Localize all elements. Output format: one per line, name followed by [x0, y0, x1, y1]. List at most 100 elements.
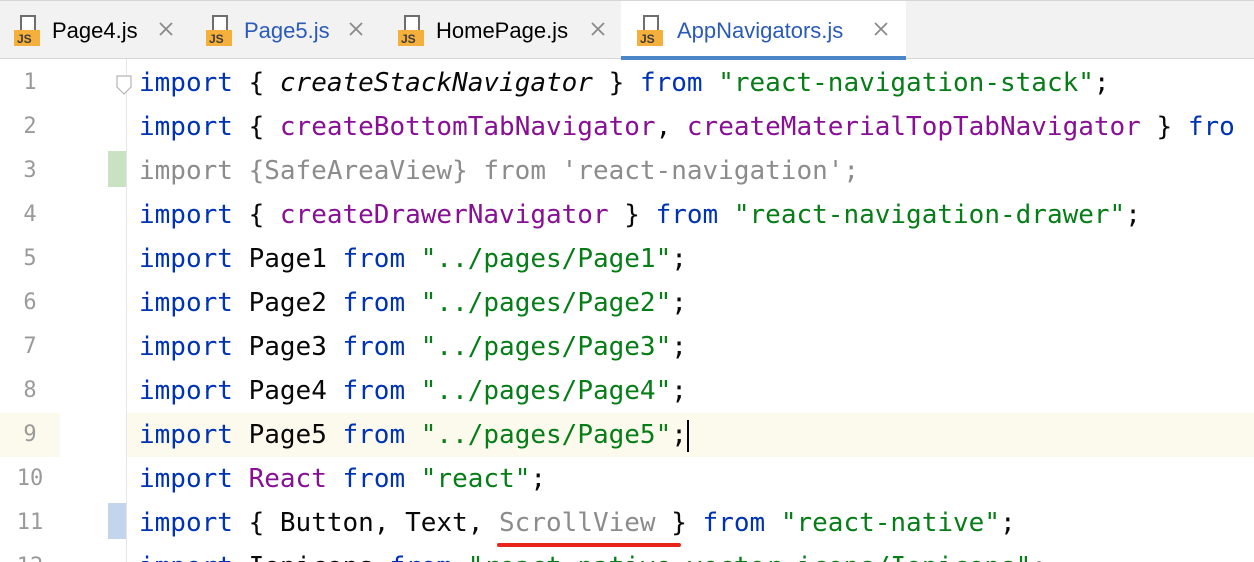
- tab-page5[interactable]: JS Page5.js: [192, 1, 384, 59]
- keyword: from: [342, 244, 406, 274]
- fold-icon[interactable]: [116, 75, 132, 95]
- identifier: Page3: [232, 332, 343, 362]
- js-file-icon: JS: [398, 15, 424, 46]
- svg-text:JS: JS: [17, 32, 32, 46]
- string-literal: "react": [420, 464, 531, 494]
- close-icon[interactable]: [156, 19, 176, 39]
- code-token: ;: [530, 464, 547, 494]
- keyword: import: [139, 420, 233, 450]
- string-literal: "react-native-vector-icons/Ionicons": [468, 552, 1032, 562]
- line-number: 10: [16, 466, 44, 491]
- line-number: 4: [23, 202, 37, 227]
- string-literal: "../pages/Page3": [420, 332, 672, 362]
- keyword: from: [342, 376, 406, 406]
- code-editor[interactable]: 1 2 3 4 5 6 7 8 9 10 11 12 import { crea…: [0, 59, 1254, 562]
- added-line-marker[interactable]: [108, 151, 126, 187]
- identifier: createMaterialTopTabNavigator: [686, 112, 1141, 142]
- code-line-current: import Page5 from "../pages/Page5";: [139, 413, 689, 457]
- code-token: }: [655, 508, 703, 538]
- line-number-gutter: 1 2 3 4 5 6 7 8 9 10 11 12: [0, 59, 132, 562]
- keyword: from: [639, 68, 703, 98]
- tab-appnavigators[interactable]: JS AppNavigators.js: [621, 1, 906, 60]
- code-line: import Page2 from "../pages/Page2";: [139, 281, 687, 325]
- line-number: 12: [0, 545, 60, 562]
- tab-homepage[interactable]: JS HomePage.js: [384, 1, 620, 59]
- keyword: from: [342, 464, 406, 494]
- line-number: 11: [16, 510, 44, 535]
- keyword: import: [139, 68, 233, 98]
- keyword: from: [702, 508, 766, 538]
- keyword: import: [139, 200, 233, 230]
- identifier: createDrawerNavigator: [279, 200, 609, 230]
- tab-label: Page4.js: [52, 18, 138, 43]
- modified-line-marker[interactable]: [108, 503, 126, 539]
- line-number: 8: [23, 378, 37, 403]
- keyword: from: [342, 288, 406, 318]
- svg-text:JS: JS: [640, 32, 655, 46]
- keyword: import: [139, 112, 233, 142]
- keyword: from: [342, 420, 406, 450]
- line-number: 6: [23, 290, 37, 315]
- code-token: ;: [1093, 68, 1110, 98]
- tab-label: Page5.js: [244, 18, 330, 43]
- identifier: createStackNavigator: [279, 68, 593, 98]
- code-line: import Page1 from "../pages/Page1";: [139, 237, 687, 281]
- code-token: { Button, Text,: [232, 508, 500, 538]
- code-token: {: [232, 68, 280, 98]
- line-number: 1: [23, 70, 37, 95]
- keyword: from: [655, 200, 719, 230]
- line-number: 9: [0, 413, 60, 457]
- string-literal: "react-navigation-drawer": [733, 200, 1126, 230]
- code-token: {: [232, 112, 280, 142]
- string-literal: "../pages/Page1": [420, 244, 672, 274]
- code-line: import { createBottomTabNavigator, creat…: [139, 105, 1235, 149]
- code-line: import { createDrawerNavigator } from "r…: [139, 193, 1141, 237]
- keyword: from: [389, 552, 452, 562]
- keyword: import: [139, 376, 233, 406]
- code-line: import { Button, Text, ScrollView } from…: [139, 501, 1016, 545]
- keyword: fro: [1187, 112, 1235, 142]
- code-token: ;: [671, 376, 687, 406]
- tab-label: HomePage.js: [436, 18, 569, 43]
- code-token: }: [592, 68, 640, 98]
- close-icon[interactable]: [346, 19, 366, 39]
- keyword: from: [342, 332, 406, 362]
- code-line: import { createStackNavigator } from "re…: [139, 61, 1110, 105]
- code-line: import Page3 from "../pages/Page3";: [139, 325, 687, 369]
- keyword: import: [139, 508, 233, 538]
- code-token: }: [1140, 112, 1188, 142]
- line-number: 3: [23, 158, 37, 183]
- string-literal: "../pages/Page2": [420, 288, 672, 318]
- unused-import: ScrollView: [499, 508, 656, 538]
- close-icon[interactable]: [588, 19, 608, 39]
- line-number: 5: [23, 246, 37, 271]
- editor-tab-bar: JS Page4.js JS Page5.js JS HomePage.js J…: [0, 0, 1254, 60]
- code-token: }: [608, 200, 656, 230]
- close-icon[interactable]: [871, 19, 891, 39]
- code-token: ;: [1031, 552, 1047, 562]
- code-line-unused: import {SafeAreaView} from 'react-naviga…: [139, 156, 860, 186]
- tab-page4[interactable]: JS Page4.js: [0, 1, 192, 59]
- text-caret: [686, 419, 689, 452]
- identifier: Page2: [232, 288, 343, 318]
- code-line: import Page4 from "../pages/Page4";: [139, 369, 687, 413]
- code-line: import React from "react";: [139, 457, 546, 501]
- identifier: Page5: [232, 420, 343, 450]
- code-token: {: [232, 200, 280, 230]
- tab-label: AppNavigators.js: [677, 18, 844, 43]
- keyword: import: [139, 552, 233, 562]
- string-literal: "../pages/Page5": [420, 420, 672, 450]
- svg-text:JS: JS: [401, 32, 416, 46]
- identifier: React: [248, 464, 327, 494]
- code-token: ;: [1125, 200, 1141, 230]
